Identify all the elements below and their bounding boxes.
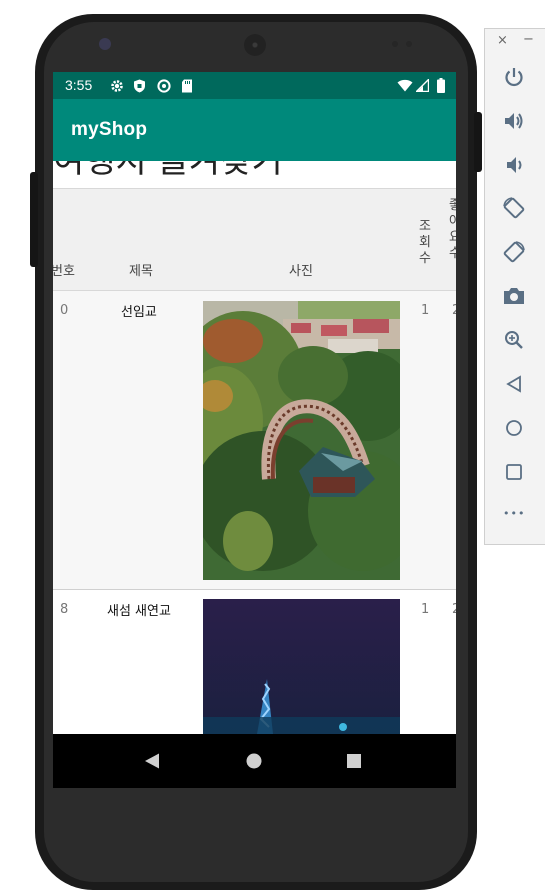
back-icon[interactable] bbox=[506, 375, 522, 393]
overview-icon[interactable] bbox=[506, 464, 522, 480]
rotate-right-icon[interactable] bbox=[502, 240, 526, 264]
scroll-content[interactable]: 여행지 즐겨찾기 번호 제목 사진 조 회 수 좋 아 요 수 0 선임교 1 … bbox=[53, 161, 456, 734]
volume-up-icon[interactable] bbox=[503, 110, 525, 132]
header-title: 제목 bbox=[129, 264, 153, 279]
wifi-icon bbox=[397, 79, 413, 92]
night-bridge-photo[interactable] bbox=[203, 599, 400, 734]
recents-icon[interactable] bbox=[347, 754, 361, 768]
row-views: 1 bbox=[421, 602, 430, 617]
front-camera bbox=[99, 38, 111, 50]
table-row[interactable]: 0 선임교 1 2 bbox=[53, 291, 456, 590]
gear-icon bbox=[111, 80, 123, 92]
app-bar: myShop bbox=[53, 99, 456, 161]
zoom-icon[interactable] bbox=[504, 330, 524, 350]
row-title[interactable]: 새섬 새연교 bbox=[107, 600, 171, 619]
bridge-forest-photo[interactable] bbox=[203, 301, 400, 580]
system-nav-bar bbox=[53, 734, 456, 788]
home-icon[interactable] bbox=[505, 419, 523, 437]
close-button[interactable]: × bbox=[497, 33, 508, 48]
earpiece-speaker bbox=[244, 34, 266, 56]
row-likes: 2 bbox=[452, 602, 456, 617]
status-time: 3:55 bbox=[65, 77, 93, 93]
side-button-left bbox=[30, 172, 38, 267]
emulator-toolbar: × − ••• bbox=[484, 28, 545, 545]
row-no: 0 bbox=[60, 303, 69, 318]
row-title[interactable]: 선임교 bbox=[121, 301, 157, 320]
signal-icon bbox=[416, 79, 429, 92]
header-views: 조 회 수 bbox=[419, 219, 431, 266]
side-button-right bbox=[474, 112, 482, 172]
power-icon[interactable] bbox=[503, 66, 525, 88]
device-screen: 3:55 myShop 여행지 즐겨찾기 번호 제목 사진 조 회 수 좋 아 … bbox=[53, 72, 456, 788]
table-row[interactable]: 8 새섬 새연교 1 2 bbox=[53, 590, 456, 734]
back-icon[interactable] bbox=[144, 753, 160, 769]
header-photo: 사진 bbox=[289, 264, 313, 279]
more-icon[interactable]: ••• bbox=[503, 507, 525, 520]
volume-down-icon[interactable] bbox=[503, 154, 525, 176]
row-no: 8 bbox=[60, 602, 69, 617]
status-bar: 3:55 bbox=[53, 72, 456, 99]
home-icon[interactable] bbox=[246, 753, 262, 769]
header-no: 번호 bbox=[53, 264, 75, 279]
sd-card-icon bbox=[182, 79, 192, 93]
page-heading: 여행지 즐겨찾기 bbox=[53, 161, 283, 181]
table-header: 번호 제목 사진 조 회 수 좋 아 요 수 bbox=[53, 188, 456, 292]
app-title: myShop bbox=[71, 119, 148, 140]
header-likes: 좋 아 요 수 bbox=[449, 198, 456, 261]
battery-icon bbox=[437, 78, 445, 93]
vpn-icon bbox=[157, 79, 171, 93]
row-views: 1 bbox=[421, 303, 430, 318]
rotate-left-icon[interactable] bbox=[502, 196, 526, 220]
shield-icon bbox=[134, 79, 145, 93]
light-sensor bbox=[406, 41, 412, 47]
row-likes: 2 bbox=[452, 303, 456, 318]
minimize-button[interactable]: − bbox=[523, 32, 534, 47]
camera-icon[interactable] bbox=[503, 286, 525, 306]
proximity-sensor bbox=[392, 41, 398, 47]
